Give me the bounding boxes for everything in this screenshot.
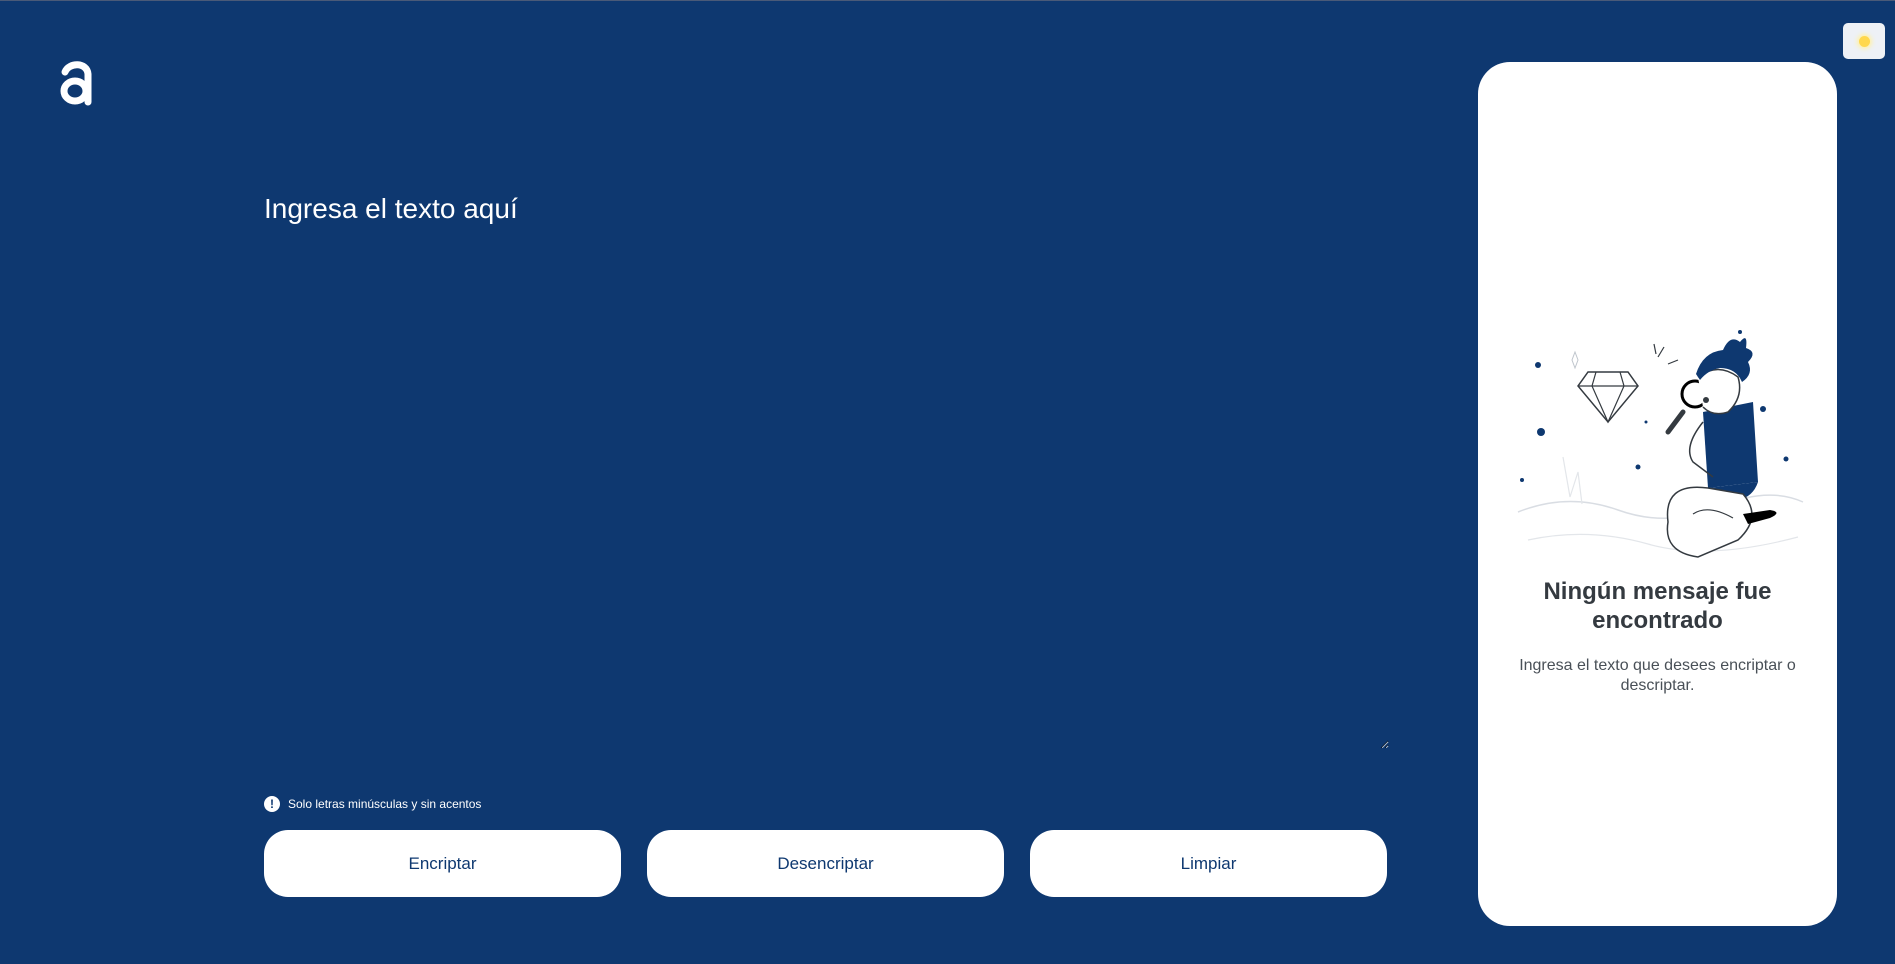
sun-icon bbox=[1858, 35, 1870, 47]
hint-text: Solo letras minúsculas y sin acentos bbox=[288, 797, 482, 811]
app-page: ! Solo letras minúsculas y sin acentos E… bbox=[0, 0, 1895, 964]
empty-state-title: Ningún mensaje fue encontrado bbox=[1543, 578, 1772, 634]
encrypt-button[interactable]: Encriptar bbox=[264, 830, 621, 897]
input-hint: ! Solo letras minúsculas y sin acentos bbox=[264, 796, 481, 812]
exclamation-circle-icon: ! bbox=[264, 796, 280, 812]
empty-state-subtitle: Ingresa el texto que desees encriptar o … bbox=[1519, 657, 1796, 694]
theme-toggle-button[interactable] bbox=[1843, 23, 1885, 59]
alura-logo-icon bbox=[57, 58, 97, 114]
output-panel: Ningún mensaje fue encontrado Ingresa el… bbox=[1478, 62, 1837, 926]
message-input[interactable] bbox=[262, 181, 1389, 749]
person-with-magnifying-glass-illustration bbox=[1508, 282, 1808, 622]
decrypt-button[interactable]: Desencriptar bbox=[647, 830, 1004, 897]
clear-button[interactable]: Limpiar bbox=[1030, 830, 1387, 897]
